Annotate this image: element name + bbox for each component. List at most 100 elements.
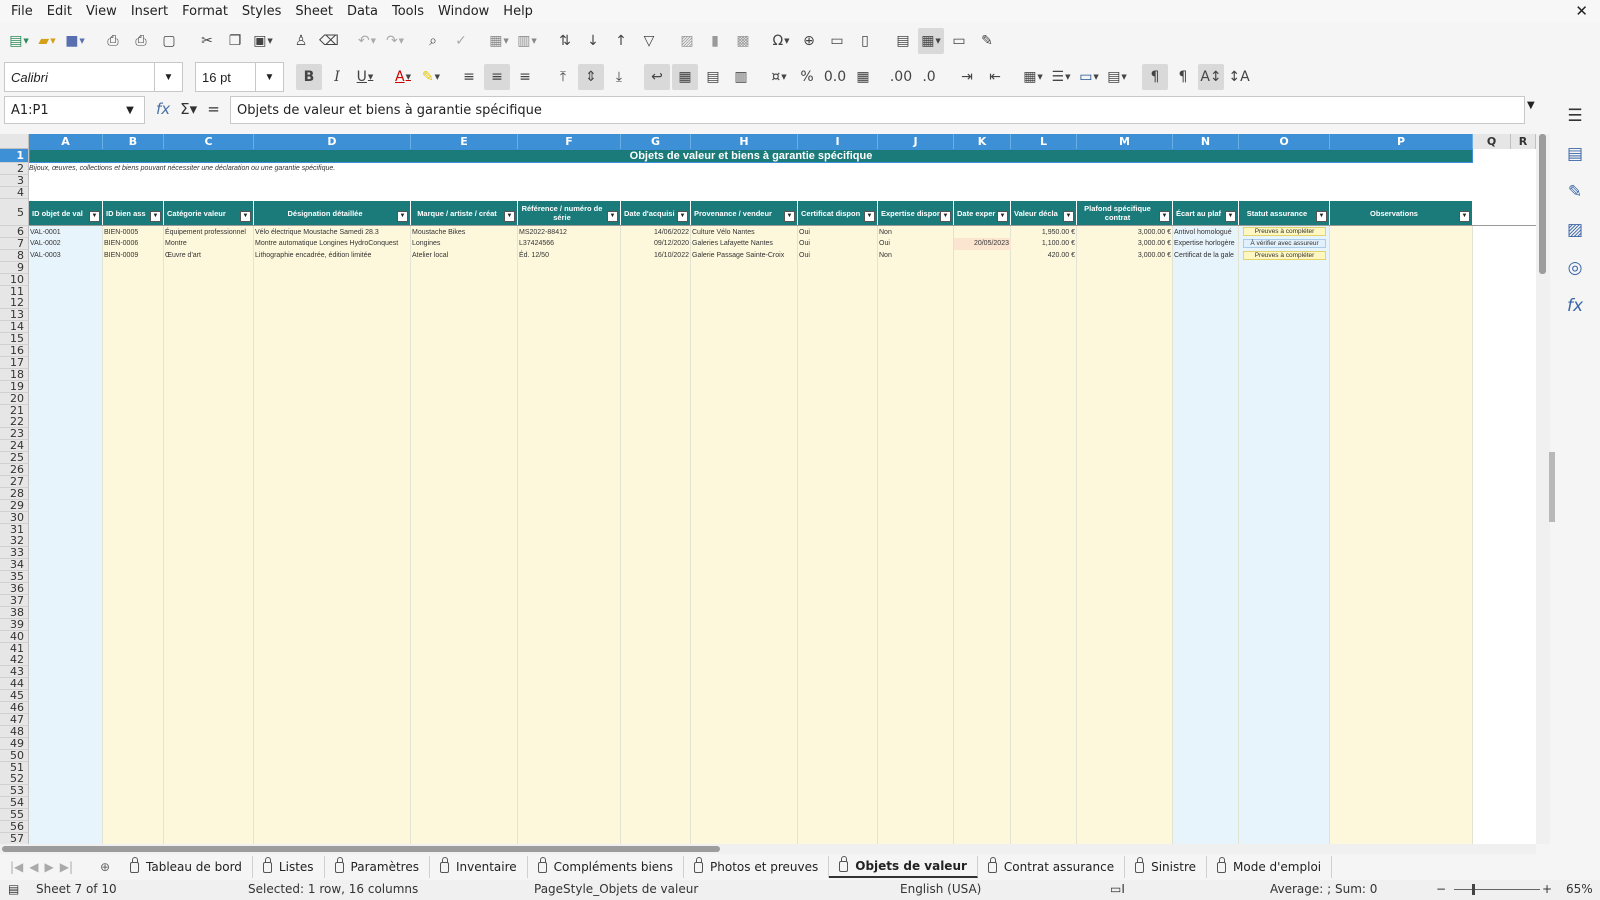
table-cell[interactable]: Lithographie encadrée, édition limitée	[254, 250, 411, 262]
table-cell[interactable]: 1,100.00 €	[1011, 238, 1077, 250]
table-cell[interactable]: 14/06/2022	[621, 226, 691, 238]
menu-insert[interactable]: Insert	[124, 4, 175, 19]
column-icon[interactable]: ▥ ▼	[514, 28, 540, 54]
table-header-cell[interactable]: Expertise dispor ▼	[878, 201, 954, 225]
align-left-icon[interactable]: ≡	[456, 64, 482, 90]
italic-icon[interactable]: I	[324, 64, 350, 90]
table-cell[interactable]: Non	[878, 226, 954, 238]
comment-icon[interactable]: ▭	[824, 28, 850, 54]
align-center-icon[interactable]: ≡	[484, 64, 510, 90]
table-cell[interactable]: Oui	[798, 238, 878, 250]
pivot-table-icon[interactable]: ▩	[730, 28, 756, 54]
autofilter-icon[interactable]: ▽	[636, 28, 662, 54]
save-icon[interactable]: ■ ▼	[62, 28, 88, 54]
menu-data[interactable]: Data	[340, 4, 385, 19]
formula-equals-icon[interactable]: =	[207, 100, 220, 118]
text-rtl-icon[interactable]: ¶	[1170, 64, 1196, 90]
sheet-tab[interactable]: Contrat assurance	[978, 856, 1126, 878]
table-cell[interactable]: Oui	[878, 238, 954, 250]
special-character-icon[interactable]: Ω ▼	[768, 28, 794, 54]
wrap-text-icon[interactable]: ↩	[644, 64, 670, 90]
border-color-icon[interactable]: ▭ ▼	[1076, 64, 1102, 90]
copy-icon[interactable]: ❐	[222, 28, 248, 54]
table-cell[interactable]: Antivol homologué	[1173, 226, 1239, 238]
font-color-icon[interactable]: A ▼	[390, 64, 416, 90]
sum-icon[interactable]: Σ▾	[180, 100, 197, 118]
column-header-p[interactable]: P	[1330, 134, 1473, 149]
table-header-cell[interactable]: Observations ▼	[1330, 201, 1473, 225]
table-header-cell[interactable]: Statut assurance ▼	[1239, 201, 1330, 225]
print-preview-icon[interactable]: ▢	[156, 28, 182, 54]
table-header-cell[interactable]: ID bien ass ▼	[103, 201, 164, 225]
close-document-icon[interactable]: ✕	[1575, 2, 1588, 20]
table-cell[interactable]: 1,950.00 €	[1011, 226, 1077, 238]
row-header-1[interactable]: 1	[0, 149, 29, 163]
column-header-q[interactable]: Q	[1473, 134, 1511, 149]
table-cell[interactable]: Oui	[798, 250, 878, 262]
row-header-3[interactable]: 3	[0, 174, 29, 187]
last-sheet-icon[interactable]: ▶|	[60, 860, 73, 874]
row-header-8[interactable]: 8	[0, 249, 29, 262]
column-header-a[interactable]: A	[29, 134, 103, 149]
spreadsheet-grid[interactable]: A B C D E F G H I J K L M N O P Q R 1 2 3 4 5 6 7 8 9 10 11 12 13 14 15 1…	[0, 134, 1536, 844]
autofilter-dropdown-icon[interactable]: ▼	[240, 211, 251, 222]
sheet-tab[interactable]: Inventaire	[430, 856, 528, 878]
horizontal-scroll-thumb[interactable]	[2, 846, 720, 852]
function-wizard-icon[interactable]: fx	[156, 100, 170, 118]
table-cell[interactable]: Expertise horlogère	[1173, 238, 1239, 250]
vertical-scrollbar[interactable]	[1536, 134, 1550, 844]
autofilter-dropdown-icon[interactable]: ▼	[1063, 211, 1074, 222]
unmerge-cells-icon[interactable]: ▥	[728, 64, 754, 90]
status-badge[interactable]: Preuves à compléter	[1243, 227, 1326, 236]
new-document-icon[interactable]: ▤ ▼	[6, 28, 32, 54]
sort-icon[interactable]: ⇅	[552, 28, 578, 54]
table-cell[interactable]: Éd. 12/50	[518, 250, 621, 262]
vertical-scroll-thumb[interactable]	[1539, 134, 1546, 274]
table-cell[interactable]: VAL-0003	[29, 250, 103, 262]
sheet-tab[interactable]: Mode d'emploi	[1207, 856, 1333, 878]
next-sheet-icon[interactable]: ▶	[45, 860, 54, 874]
column-header-c[interactable]: C	[164, 134, 254, 149]
chevron-down-icon[interactable]: ▼	[255, 63, 283, 91]
sheet-title[interactable]: Objets de valeur et biens à garantie spé…	[29, 149, 1473, 163]
gallery-icon[interactable]: ▨	[1562, 218, 1588, 242]
column-header-f[interactable]: F	[518, 134, 621, 149]
sheet-tab[interactable]: Compléments biens	[528, 856, 685, 878]
decrease-indent-icon[interactable]: ⇤	[982, 64, 1008, 90]
chevron-down-icon[interactable]: ▼	[154, 63, 182, 91]
currency-format-icon[interactable]: ¤ ▼	[766, 64, 792, 90]
table-header-cell[interactable]: Valeur décla ▼	[1011, 201, 1077, 225]
table-header-cell[interactable]: Date exper ▼	[954, 201, 1011, 225]
spelling-icon[interactable]: ✓	[448, 28, 474, 54]
chevron-down-icon[interactable]: ▼	[116, 97, 144, 123]
autofilter-dropdown-icon[interactable]: ▼	[397, 211, 408, 222]
zoom-slider[interactable]	[1454, 889, 1540, 890]
table-header-cell[interactable]: Date d'acquisi ▼	[621, 201, 691, 225]
column-header-m[interactable]: M	[1077, 134, 1173, 149]
find-replace-icon[interactable]: ⌕	[420, 28, 446, 54]
table-cell[interactable]: MS2022-88412	[518, 226, 621, 238]
add-sheet-icon[interactable]: ⊕	[100, 860, 114, 874]
table-cell[interactable]: VAL-0002	[29, 238, 103, 250]
menu-format[interactable]: Format	[175, 4, 235, 19]
autofilter-dropdown-icon[interactable]: ▼	[89, 211, 100, 222]
table-cell[interactable]: Culture Vélo Nantes	[691, 226, 798, 238]
table-cell[interactable]: Longines	[411, 238, 518, 250]
table-cell[interactable]: BIEN-0006	[103, 238, 164, 250]
autofilter-dropdown-icon[interactable]: ▼	[1459, 211, 1470, 222]
autofilter-dropdown-icon[interactable]: ▼	[504, 211, 515, 222]
show-draw-functions-icon[interactable]: ✎	[974, 28, 1000, 54]
table-cell[interactable]: 420.00 €	[1011, 250, 1077, 262]
table-header-cell[interactable]: Référence / numéro de série ▼	[518, 201, 621, 225]
first-sheet-icon[interactable]: |◀	[10, 860, 23, 874]
clear-formatting-icon[interactable]: ⌫	[316, 28, 342, 54]
row-header-6[interactable]: 6	[0, 225, 29, 238]
sidebar-collapse-handle[interactable]	[1549, 452, 1555, 522]
table-cell[interactable]: 3,000.00 €	[1077, 238, 1173, 250]
table-cell[interactable]: L37424566	[518, 238, 621, 250]
row-header-5[interactable]: 5	[0, 199, 29, 226]
column-header-k[interactable]: K	[954, 134, 1011, 149]
table-cell[interactable]: Œuvre d'art	[164, 250, 254, 262]
table-cell[interactable]: Non	[878, 250, 954, 262]
navigator-icon[interactable]: ◎	[1562, 256, 1588, 280]
